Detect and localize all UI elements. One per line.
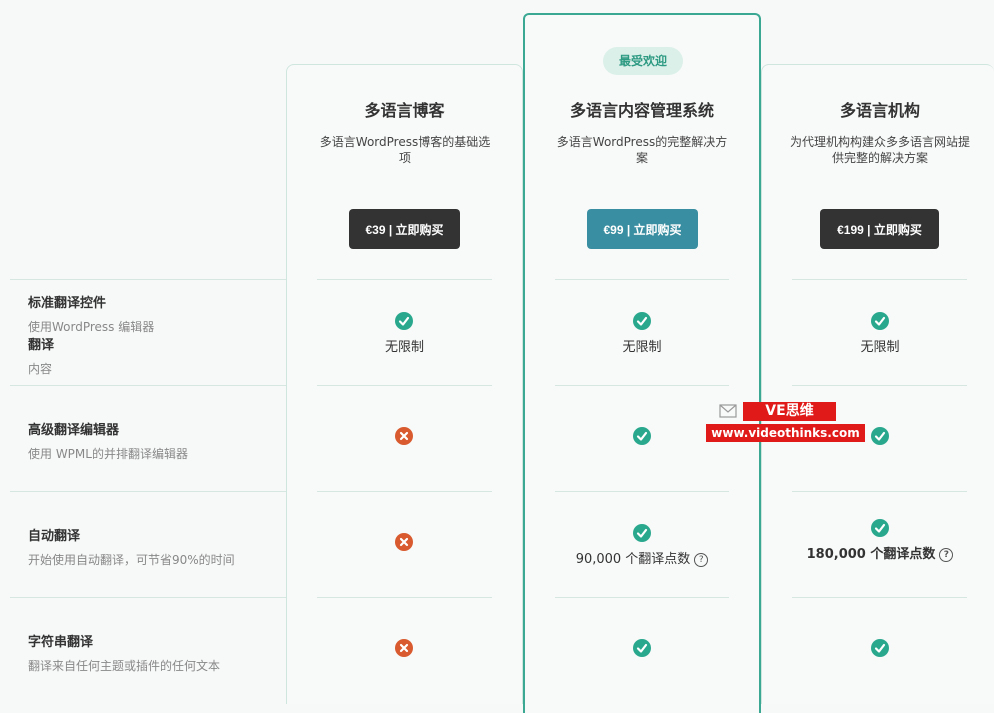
row-divider	[10, 385, 286, 386]
row-divider	[555, 385, 729, 386]
credits-cms: 90,000 个翻译点数?	[523, 548, 761, 567]
check-icon	[871, 519, 889, 537]
check-icon	[395, 312, 413, 330]
feature-title-advanced-editor: 高级翻译编辑器	[28, 423, 120, 438]
cross-icon	[395, 427, 413, 445]
buy-button-blog[interactable]: €39 | 立即购买	[349, 209, 460, 249]
row-divider	[555, 279, 729, 280]
row-divider	[10, 279, 286, 280]
feature-desc-advanced-editor: 使用 WPML的并排翻译编辑器	[28, 447, 188, 461]
feature-desc-standard-2: 内容	[28, 362, 53, 376]
feature-desc-auto-translate: 开始使用自动翻译，可节省90%的时间	[28, 553, 235, 567]
row-divider	[317, 491, 492, 492]
cell-text: 无限制	[622, 340, 662, 355]
plan-desc-agency: 为代理机构构建众多多语言网站提供完整的解决方案	[790, 135, 971, 165]
feature-title-string-translate: 字符串翻译	[28, 635, 94, 650]
check-icon	[871, 312, 889, 330]
cross-icon	[395, 639, 413, 657]
check-icon	[633, 524, 651, 542]
row-divider	[555, 491, 729, 492]
feature-desc-standard: 使用WordPress 编辑器	[28, 320, 155, 334]
row-divider	[317, 279, 492, 280]
popular-badge: 最受欢迎	[603, 47, 683, 75]
check-icon	[633, 639, 651, 657]
plan-name-cms: 多语言内容管理系统	[569, 101, 714, 120]
check-icon	[633, 427, 651, 445]
plan-name-agency: 多语言机构	[839, 101, 920, 120]
buy-button-cms[interactable]: €99 | 立即购买	[587, 209, 698, 249]
help-icon[interactable]: ?	[939, 547, 954, 562]
check-icon	[633, 312, 651, 330]
cross-icon	[395, 533, 413, 551]
plan-name-blog: 多语言博客	[364, 101, 445, 120]
plan-desc-blog: 多语言WordPress博客的基础选项	[319, 135, 491, 165]
plan-desc-cms: 多语言WordPress的完整解决方案	[556, 135, 728, 165]
row-divider	[792, 279, 967, 280]
row-divider	[10, 597, 286, 598]
feature-title-auto-translate: 自动翻译	[28, 529, 81, 544]
watermark-line1: VE思维	[743, 402, 836, 421]
cell-text: 无限制	[384, 340, 424, 355]
buy-button-agency[interactable]: €199 | 立即购买	[820, 209, 939, 249]
help-icon[interactable]: ?	[694, 552, 709, 567]
watermark-envelope-icon	[719, 402, 739, 420]
row-divider	[792, 385, 967, 386]
check-icon	[871, 639, 889, 657]
feature-desc-string-translate: 翻译来自任何主题或插件的任何文本	[28, 659, 221, 673]
feature-title-standard-2: 翻译	[28, 338, 55, 353]
credits-agency: 180,000 个翻译点数?	[761, 543, 994, 562]
row-divider	[792, 597, 967, 598]
credits-text: 180,000 个翻译点数	[806, 547, 936, 562]
row-divider	[555, 597, 729, 598]
row-divider	[10, 491, 286, 492]
watermark-line2: www.videothinks.com	[706, 424, 865, 442]
row-divider	[317, 385, 492, 386]
feature-title-standard: 标准翻译控件	[28, 296, 107, 311]
cell-text: 无限制	[860, 340, 900, 355]
check-icon	[871, 427, 889, 445]
credits-text: 90,000 个翻译点数	[575, 552, 691, 567]
row-divider	[792, 491, 967, 492]
row-divider	[317, 597, 492, 598]
